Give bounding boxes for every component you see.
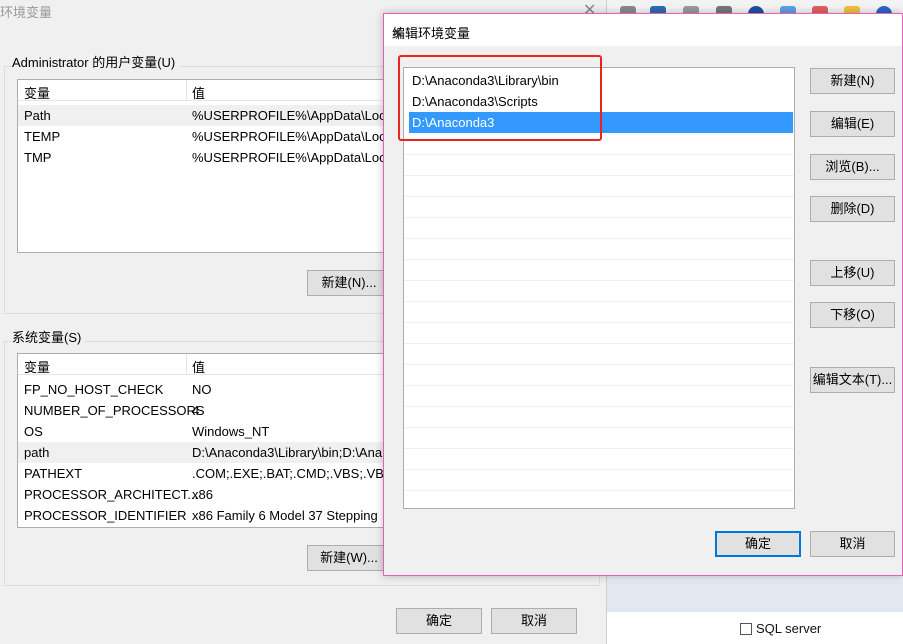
user-new-button[interactable]: 新建(N)...	[307, 270, 391, 296]
list-header: 变量 值	[18, 354, 396, 375]
variable-value: x86 Family 6 Model 37 Stepping	[192, 508, 378, 523]
edit-button[interactable]: 编辑(E)	[810, 111, 895, 137]
move-down-button[interactable]: 下移(O)	[810, 302, 895, 328]
browse-button[interactable]: 浏览(B)...	[810, 154, 895, 180]
edit-text-button[interactable]: 编辑文本(T)...	[810, 367, 895, 393]
variable-name: FP_NO_HOST_CHECK	[24, 382, 164, 397]
table-row[interactable]: OS Windows_NT	[18, 421, 396, 442]
variable-name: PATHEXT	[24, 466, 83, 481]
table-row[interactable]: FP_NO_HOST_CHECK NO	[18, 379, 396, 400]
variable-name: NUMBER_OF_PROCESSORS	[24, 403, 205, 418]
variable-value: .COM;.EXE;.BAT;.CMD;.VBS;.VBE;.	[192, 466, 397, 481]
system-new-button[interactable]: 新建(W)...	[307, 545, 391, 571]
table-row[interactable]: NUMBER_OF_PROCESSORS 4	[18, 400, 396, 421]
dialog-title: 环境变量	[0, 5, 53, 20]
background-status-area	[607, 612, 903, 644]
move-up-button[interactable]: 上移(U)	[810, 260, 895, 286]
system-variables-list[interactable]: 变量 值 FP_NO_HOST_CHECK NO NUMBER_OF_PROCE…	[17, 353, 397, 528]
table-row[interactable]: PROCESSOR_IDENTIFIER x86 Family 6 Model …	[18, 505, 396, 526]
system-variables-label: 系统变量(S)	[12, 327, 86, 346]
new-button[interactable]: 新建(N)	[810, 68, 895, 94]
column-header-value[interactable]: 值	[192, 83, 205, 102]
variable-value: NO	[192, 382, 212, 397]
variable-name: PROCESSOR_IDENTIFIER	[24, 508, 187, 523]
delete-button[interactable]: 删除(D)	[810, 196, 895, 222]
variable-value: x86	[192, 487, 213, 502]
cancel-button[interactable]: 取消	[810, 531, 895, 557]
column-header-variable[interactable]: 变量	[24, 357, 50, 376]
sql-server-label: SQL server	[756, 621, 822, 636]
column-header-variable[interactable]: 变量	[24, 83, 50, 102]
ok-button[interactable]: 确定	[396, 608, 482, 634]
user-variables-list[interactable]: 变量 值 Path %USERPROFILE%\AppData\Local TE…	[17, 79, 397, 253]
variable-name: TMP	[24, 150, 52, 165]
table-row[interactable]: TMP %USERPROFILE%\AppData\Local	[18, 147, 396, 168]
table-row[interactable]: Path %USERPROFILE%\AppData\Local	[18, 105, 396, 126]
background-panel	[607, 582, 903, 612]
title-bar: 编辑环境变量 ✕	[384, 14, 902, 46]
table-row[interactable]: TEMP %USERPROFILE%\AppData\Local	[18, 126, 396, 147]
sql-server-checkbox[interactable]	[740, 623, 752, 635]
cancel-button[interactable]: 取消	[491, 608, 577, 634]
variable-value: Windows_NT	[192, 424, 270, 439]
variable-name: path	[24, 445, 50, 460]
variable-value: %USERPROFILE%\AppData\Local	[192, 129, 396, 144]
ok-button[interactable]: 确定	[715, 531, 801, 557]
variable-value: %USERPROFILE%\AppData\Local	[192, 108, 396, 123]
variable-name: Path	[24, 108, 51, 123]
highlight-annotation-box	[398, 55, 602, 141]
user-variables-label: Administrator 的用户变量(U)	[12, 52, 180, 71]
variable-name: TEMP	[24, 129, 61, 144]
variable-value: 4	[192, 403, 200, 418]
list-header: 变量 值	[18, 80, 396, 101]
variable-value: %USERPROFILE%\AppData\Local	[192, 150, 396, 165]
table-row[interactable]: PATHEXT .COM;.EXE;.BAT;.CMD;.VBS;.VBE;.	[18, 463, 396, 484]
variable-name: PROCESSOR_ARCHITECT...	[24, 487, 199, 502]
close-icon[interactable]: ✕	[392, 23, 898, 43]
table-row[interactable]: path D:\Anaconda3\Library\bin;D:\Ana	[18, 442, 396, 463]
variable-value: D:\Anaconda3\Library\bin;D:\Ana	[192, 445, 383, 460]
table-row[interactable]: PROCESSOR_ARCHITECT... x86	[18, 484, 396, 505]
column-header-value[interactable]: 值	[192, 357, 205, 376]
variable-name: OS	[24, 424, 43, 439]
